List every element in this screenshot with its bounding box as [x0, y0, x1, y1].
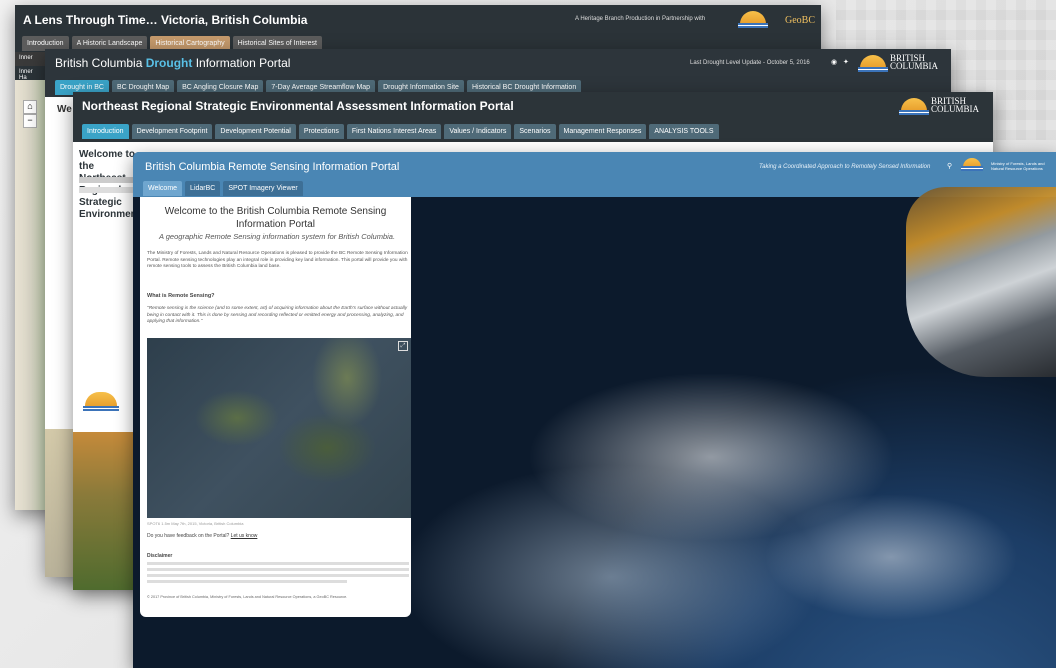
- rss-icon[interactable]: ◉: [831, 58, 837, 66]
- w4-feedback: Do you have feedback on the Portal? Let …: [147, 533, 257, 539]
- w3-tab-analysis[interactable]: ANALYSIS TOOLS: [649, 124, 719, 139]
- w1-bc-logo: [738, 11, 768, 28]
- w4-header: British Columbia Remote Sensing Informat…: [133, 152, 1056, 197]
- bc-sun-icon: [899, 98, 929, 115]
- w4-what-heading: What is Remote Sensing?: [147, 293, 215, 299]
- w2-title-pre: British Columbia: [55, 56, 143, 70]
- w3-tab-first-nations[interactable]: First Nations Interest Areas: [346, 124, 442, 139]
- w1-inner-label: Inner Ha: [15, 66, 45, 81]
- link-icon[interactable]: ⚲: [947, 162, 952, 170]
- bc-sun-icon: [83, 392, 119, 411]
- w2-photo: [45, 429, 73, 577]
- window-remote-sensing-portal[interactable]: British Columbia Remote Sensing Informat…: [133, 152, 1056, 668]
- satellite-image-victoria[interactable]: ⤢: [147, 338, 411, 518]
- w2-header: British Columbia Drought Information Por…: [45, 49, 951, 97]
- w3-tab-values[interactable]: Values / Indicators: [444, 124, 512, 139]
- w4-tab-spot-viewer[interactable]: SPOT Imagery Viewer: [223, 181, 303, 196]
- w4-intro: The Ministry of Forests, Lands and Natur…: [147, 251, 408, 269]
- w4-tab-lidarbc[interactable]: LidarBC: [185, 181, 221, 196]
- w3-tabs: Introduction Development Footprint Devel…: [82, 124, 719, 139]
- home-icon[interactable]: ⌂: [23, 100, 37, 114]
- w2-bc-logo: BRITISH COLUMBIA: [858, 54, 939, 72]
- w1-map[interactable]: [15, 80, 45, 510]
- w4-disclaimer-line: [147, 568, 409, 571]
- w3-tab-introduction[interactable]: Introduction: [82, 124, 129, 139]
- w3-text-line: [79, 177, 135, 183]
- w3-title: Northeast Regional Strategic Environment…: [82, 99, 514, 113]
- w4-feedback-link[interactable]: Let us know: [231, 533, 258, 539]
- w2-update-text: Last Drought Level Update - October 5, 2…: [690, 60, 810, 66]
- bc-sun-icon: [961, 158, 983, 171]
- w1-inner-tab[interactable]: Inner: [15, 52, 45, 66]
- space-station-image: [906, 187, 1056, 377]
- w3-tab-dev-footprint[interactable]: Development Footprint: [131, 124, 213, 139]
- bc-sun-icon: [738, 11, 768, 28]
- w4-tabs: Welcome LidarBC SPOT Imagery Viewer: [143, 181, 303, 196]
- w1-geobc-logo: GeoBC: [785, 15, 815, 26]
- fullscreen-icon[interactable]: ⤢: [398, 341, 408, 351]
- w1-partner-text: A Heritage Branch Production in Partners…: [575, 16, 706, 22]
- w4-disclaimer-line: [147, 580, 347, 583]
- w1-title: A Lens Through Time… Victoria, British C…: [23, 13, 308, 27]
- w2-welcome: We: [57, 104, 72, 115]
- w3-bc-logo: BRITISH COLUMBIA: [899, 97, 980, 115]
- w4-caption: SPOT6 1.5m May 7th, 2015, Victoria, Brit…: [147, 521, 244, 526]
- w4-disclaimer-line: [147, 562, 409, 565]
- w4-ministry-text: Ministry of Forests, Lands and Natural R…: [991, 161, 1045, 171]
- w1-header: A Lens Through Time… Victoria, British C…: [15, 5, 821, 52]
- w4-tagline: Taking a Coordinated Approach to Remotel…: [759, 164, 931, 170]
- w2-title: British Columbia Drought Information Por…: [55, 56, 290, 70]
- w4-heading: Welcome to the British Columbia Remote S…: [164, 206, 387, 230]
- w3-bottom-bc-logo: [83, 392, 119, 411]
- w2-title-post: Information Portal: [195, 56, 291, 70]
- w3-header: Northeast Regional Strategic Environment…: [73, 92, 993, 142]
- w4-subheading: A geographic Remote Sensing information …: [158, 232, 396, 241]
- w4-bc-logo: [961, 158, 983, 171]
- bc-text-2: COLUMBIA: [931, 104, 980, 114]
- zoom-out-icon[interactable]: −: [23, 114, 37, 128]
- w3-tab-scenarios[interactable]: Scenarios: [514, 124, 556, 139]
- w2-title-accent: Drought: [145, 56, 193, 70]
- w3-tab-management[interactable]: Management Responses: [558, 124, 647, 139]
- w4-disclaimer-line: [147, 574, 409, 577]
- w4-title: British Columbia Remote Sensing Informat…: [145, 161, 400, 173]
- w4-footer: © 2017 Province of British Columbia, Min…: [147, 595, 348, 599]
- w3-text-line: [79, 187, 135, 193]
- w3-photo: [73, 432, 133, 590]
- w4-welcome-panel: Welcome to the British Columbia Remote S…: [140, 197, 411, 617]
- w3-tab-dev-potential[interactable]: Development Potential: [215, 124, 296, 139]
- twitter-icon[interactable]: ✦: [843, 58, 849, 66]
- bc-sun-icon: [858, 55, 888, 72]
- w4-disclaimer-heading: Disclaimer: [147, 553, 173, 559]
- w4-quote: "Remote sensing is the science (and to s…: [147, 306, 408, 324]
- w3-tab-protections[interactable]: Protections: [298, 124, 344, 139]
- w3-heading: Welcome to the Northeast Regional Strate…: [79, 149, 137, 220]
- w4-tab-welcome[interactable]: Welcome: [143, 181, 183, 196]
- bc-text-2: COLUMBIA: [890, 61, 939, 71]
- w4-feedback-text: Do you have feedback on the Portal?: [147, 533, 230, 539]
